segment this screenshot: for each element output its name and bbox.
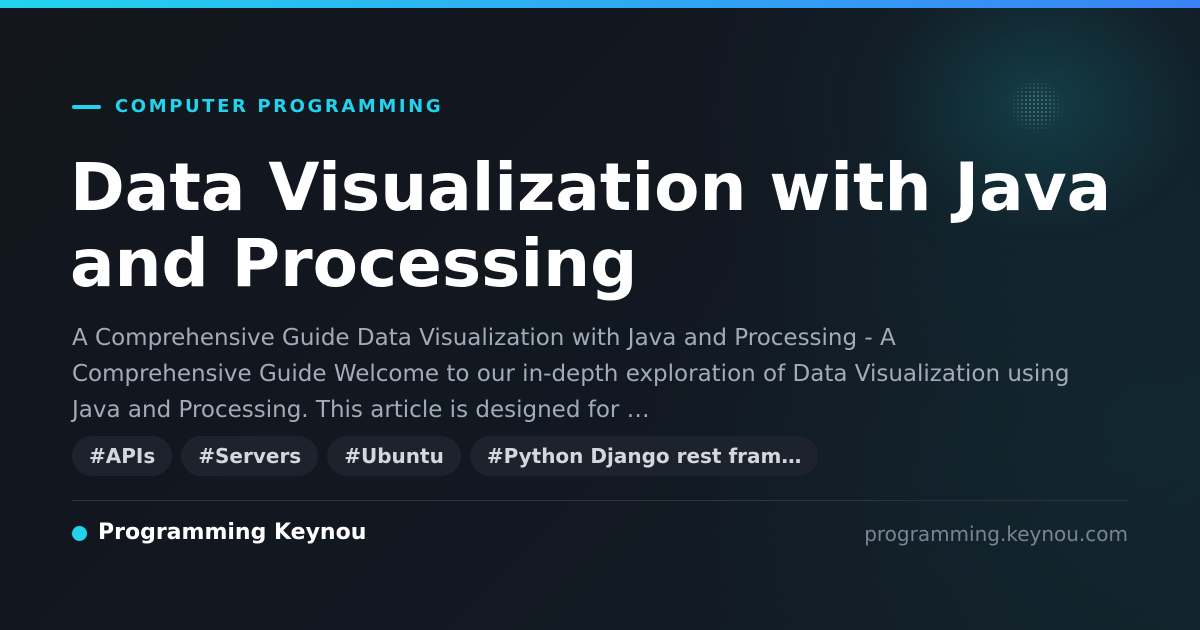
decorative-dot-pattern	[1008, 78, 1064, 134]
footer-divider	[72, 500, 1128, 501]
site-domain: programming.keynou.com	[864, 522, 1128, 546]
brand-name: Programming Keynou	[98, 520, 367, 545]
tag-ubuntu[interactable]: #Ubuntu	[327, 436, 461, 476]
tag-list: #APIs #Servers #Ubuntu #Python Django re…	[72, 436, 819, 476]
accent-top-bar	[0, 0, 1200, 8]
tag-servers[interactable]: #Servers	[181, 436, 319, 476]
eyebrow-dash-icon	[72, 105, 101, 109]
tag-python-django[interactable]: #Python Django rest fram…	[469, 436, 819, 476]
brand: Programming Keynou	[72, 519, 366, 547]
page-title: Data Visualization with Java and Process…	[70, 149, 1112, 302]
category-eyebrow: COMPUTER PROGRAMMING	[72, 96, 443, 118]
tag-apis[interactable]: #APIs	[72, 436, 173, 476]
article-description: A Comprehensive Guide Data Visualization…	[72, 325, 1070, 423]
category-label: COMPUTER PROGRAMMING	[115, 96, 444, 117]
brand-dot-icon	[72, 525, 87, 541]
